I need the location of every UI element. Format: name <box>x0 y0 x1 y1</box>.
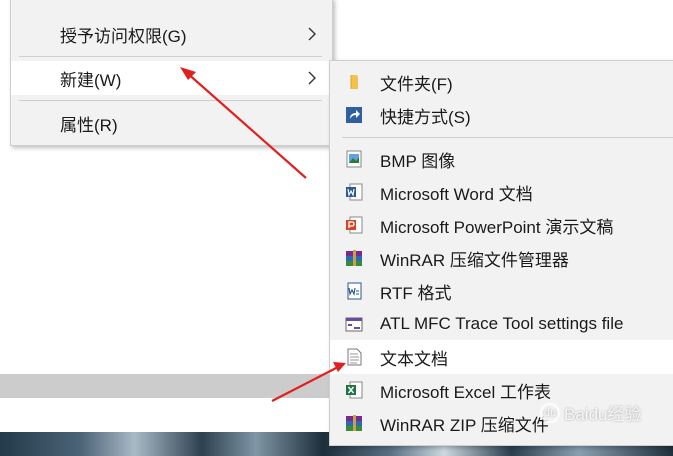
text-document-icon <box>347 348 362 366</box>
excel-icon <box>346 381 363 399</box>
submenu-item-folder[interactable]: 文件夹(F) <box>330 65 673 99</box>
submenu-item-label: Microsoft Excel 工作表 <box>380 382 551 402</box>
menu-item-new[interactable]: 新建(W) <box>11 61 332 95</box>
submenu-item-text-document[interactable]: 文本文档 <box>330 340 673 374</box>
menu-item-properties[interactable]: 属性(R) <box>11 106 332 140</box>
chevron-right-icon <box>308 71 316 85</box>
context-menu: 授予访问权限(G) 新建(W) 属性(R) <box>10 0 333 146</box>
powerpoint-icon <box>346 216 363 234</box>
submenu-item-bmp[interactable]: BMP 图像 <box>330 142 673 176</box>
folder-icon <box>350 75 358 89</box>
submenu-item-label: Microsoft Word 文档 <box>380 184 533 204</box>
submenu-item-label: RTF 格式 <box>380 283 452 303</box>
submenu-item-label: Microsoft PowerPoint 演示文稿 <box>380 217 614 237</box>
menu-separator <box>19 56 322 57</box>
submenu-item-word[interactable]: Microsoft Word 文档 <box>330 175 673 209</box>
submenu-item-powerpoint[interactable]: Microsoft PowerPoint 演示文稿 <box>330 208 673 242</box>
trace-tool-icon <box>345 317 363 332</box>
menu-separator <box>19 100 322 101</box>
submenu-item-shortcut[interactable]: 快捷方式(S) <box>330 98 673 132</box>
shortcut-icon <box>346 107 362 123</box>
submenu-separator <box>342 137 673 138</box>
submenu-item-label: 文件夹(F) <box>380 74 453 94</box>
menu-item-label: 新建(W) <box>60 70 122 90</box>
menu-item-label: 属性(R) <box>60 115 118 135</box>
menu-item-label: 授予访问权限(G) <box>60 26 187 46</box>
chevron-right-icon <box>308 27 316 41</box>
submenu-item-label: 快捷方式(S) <box>380 107 471 127</box>
winrar-zip-icon <box>346 415 362 431</box>
submenu-item-label: ATL MFC Trace Tool settings file <box>380 314 624 333</box>
submenu-item-label: BMP 图像 <box>380 151 456 171</box>
watermark: du Baidu经验 <box>540 400 641 425</box>
menu-item-grant-access[interactable]: 授予访问权限(G) <box>11 17 332 51</box>
submenu-item-rtf[interactable]: RTF 格式 <box>330 274 673 308</box>
watermark-text: Baidu经验 <box>564 405 642 424</box>
baidu-paw-icon: du <box>540 402 560 423</box>
submenu-item-label: WinRAR 压缩文件管理器 <box>380 250 569 270</box>
submenu-item-label: WinRAR ZIP 压缩文件 <box>380 415 549 435</box>
winrar-icon <box>346 250 362 266</box>
submenu-item-label: 文本文档 <box>380 349 448 369</box>
bmp-image-icon <box>346 150 362 168</box>
rtf-icon <box>347 282 362 300</box>
word-icon <box>346 183 363 201</box>
submenu-item-winrar[interactable]: WinRAR 压缩文件管理器 <box>330 241 673 275</box>
submenu-item-atl-trace[interactable]: ATL MFC Trace Tool settings file <box>330 307 673 341</box>
new-submenu: 文件夹(F) 快捷方式(S) BMP 图像 Microsoft Word 文档 <box>329 60 673 446</box>
